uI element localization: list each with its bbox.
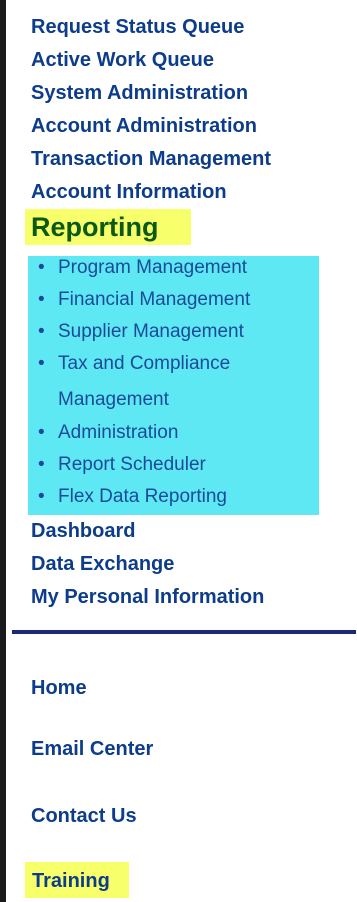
nav-data-exchange[interactable]: Data Exchange	[31, 552, 174, 576]
submenu-item-program-management[interactable]: • Program Management	[38, 257, 247, 279]
submenu-item-tax-and-compliance[interactable]: • Tax and Compliance	[38, 353, 230, 375]
submenu-item-flex-data-reporting[interactable]: • Flex Data Reporting	[38, 486, 227, 508]
nav-active-work-queue[interactable]: Active Work Queue	[31, 48, 214, 72]
sidebar-frame: Request Status Queue Active Work Queue S…	[0, 0, 357, 902]
section-divider	[12, 630, 356, 634]
nav-transaction-management[interactable]: Transaction Management	[31, 147, 271, 171]
submenu-item-label: Tax and Compliance	[58, 353, 231, 374]
bullet: •	[38, 321, 45, 342]
nav-contact-us[interactable]: Contact Us	[31, 804, 137, 828]
training-highlight[interactable]: Training	[25, 862, 129, 898]
reporting-submenu: • Program Management • Financial Managemen…	[28, 256, 319, 515]
nav-email-center[interactable]: Email Center	[31, 737, 153, 761]
nav-account-administration[interactable]: Account Administration	[31, 114, 257, 138]
nav-system-administration[interactable]: System Administration	[31, 81, 248, 105]
nav-my-personal-information[interactable]: My Personal Information	[31, 585, 264, 609]
nav-training[interactable]: Training	[32, 869, 110, 893]
submenu-item-label: Report Scheduler	[58, 454, 206, 475]
submenu-item-label: Flex Data Reporting	[58, 486, 227, 507]
submenu-item-financial-management[interactable]: • Financial Management	[38, 289, 250, 311]
submenu-item-label: Program Management	[58, 257, 248, 278]
bullet: •	[38, 289, 45, 310]
nav-account-information[interactable]: Account Information	[31, 180, 227, 204]
submenu-item-label: Supplier Management	[58, 321, 244, 342]
submenu-item-label: Administration	[58, 422, 179, 443]
nav-reporting[interactable]: Reporting	[31, 212, 159, 242]
submenu-item-report-scheduler[interactable]: • Report Scheduler	[38, 454, 206, 476]
nav-home[interactable]: Home	[31, 676, 87, 700]
submenu-item-label: Financial Management	[58, 289, 251, 310]
bullet: •	[38, 353, 45, 374]
submenu-item-tax-and-compliance-continuation[interactable]: Management	[58, 389, 169, 411]
bullet: •	[38, 486, 45, 507]
submenu-item-supplier-management[interactable]: • Supplier Management	[38, 321, 244, 343]
nav-request-status-queue[interactable]: Request Status Queue	[31, 15, 244, 39]
submenu-item-administration[interactable]: • Administration	[38, 422, 178, 444]
bullet: •	[38, 454, 45, 475]
reporting-highlight[interactable]: Reporting	[25, 209, 191, 245]
bullet: •	[38, 422, 45, 443]
bullet: •	[38, 257, 45, 278]
nav-dashboard[interactable]: Dashboard	[31, 519, 135, 543]
